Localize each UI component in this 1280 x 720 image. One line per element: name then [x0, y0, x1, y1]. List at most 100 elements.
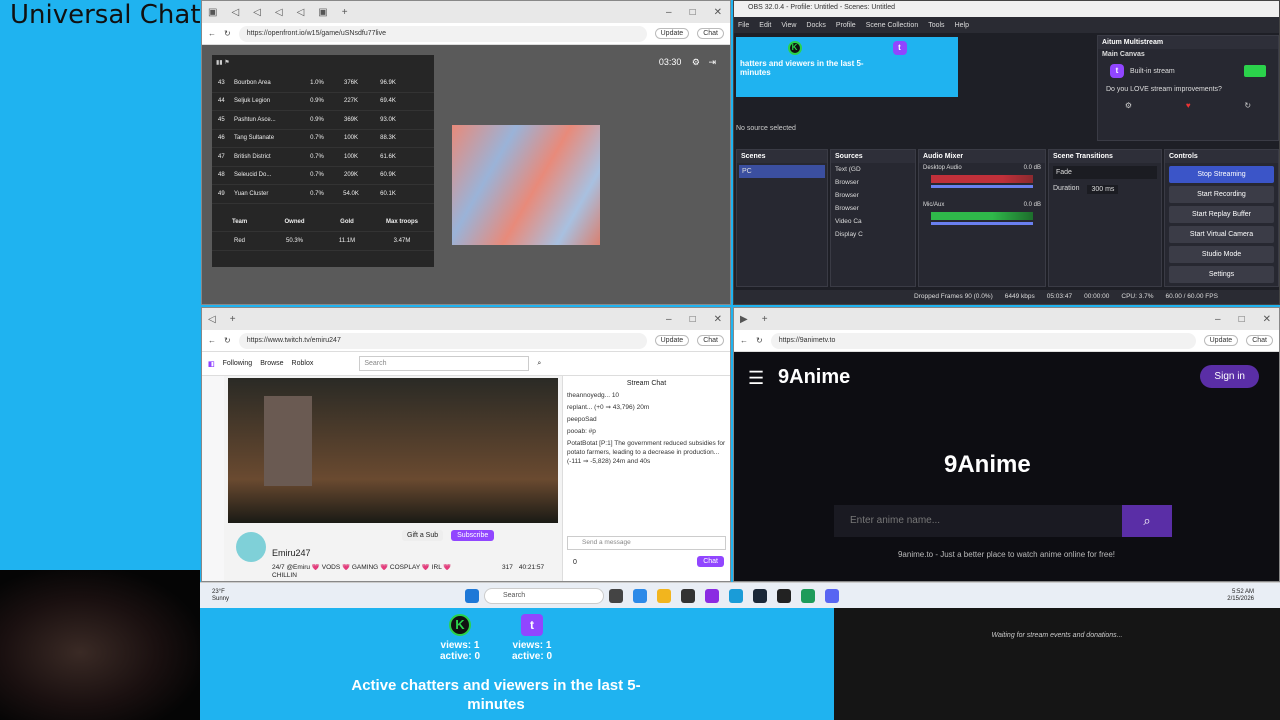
- obs-icon[interactable]: [681, 588, 695, 603]
- tab-icon[interactable]: ◁: [253, 7, 261, 18]
- table-row[interactable]: 44 Seljuk Legion 0.9% 227K 69.4K: [212, 93, 434, 111]
- maximize-icon[interactable]: □: [690, 314, 696, 325]
- control-button[interactable]: Stop Streaming: [1169, 166, 1274, 183]
- app-icon[interactable]: [777, 588, 791, 603]
- menu-item[interactable]: Help: [955, 22, 969, 29]
- twitch-app-icon[interactable]: [705, 588, 719, 603]
- game-canvas[interactable]: ▮▮ ⚑ 43 Bourbon Area 1.0% 376K 96.9K 44 Seljuk…: [202, 45, 730, 304]
- control-button[interactable]: Studio Mode: [1169, 246, 1274, 263]
- reload-icon[interactable]: ↻: [756, 336, 763, 345]
- source-item[interactable]: Browser: [831, 202, 915, 215]
- channel-name[interactable]: Emiru247: [272, 548, 311, 558]
- source-item[interactable]: Text (GD: [831, 163, 915, 176]
- minimize-icon[interactable]: –: [666, 7, 672, 18]
- tab-icon[interactable]: ◁: [231, 7, 239, 18]
- twitch-logo-icon[interactable]: ◧: [208, 360, 215, 368]
- explorer-icon[interactable]: [657, 588, 671, 603]
- video-player[interactable]: [228, 378, 558, 523]
- chat-button[interactable]: Chat: [697, 335, 724, 346]
- nav-browse[interactable]: Browse: [260, 360, 283, 367]
- back-icon[interactable]: ←: [208, 29, 216, 38]
- minimize-icon[interactable]: –: [1215, 314, 1221, 325]
- chat-button[interactable]: Chat: [1246, 335, 1273, 346]
- gift-button[interactable]: Gift a Sub: [402, 530, 444, 541]
- control-button[interactable]: Start Virtual Camera: [1169, 226, 1274, 243]
- source-item[interactable]: Video Ca: [831, 215, 915, 228]
- search-input[interactable]: Enter anime name...: [834, 505, 1122, 537]
- tab-icon[interactable]: ◁: [208, 314, 216, 325]
- settings-icon[interactable]: ⚙: [692, 57, 700, 67]
- table-row[interactable]: 49 Yuan Cluster 0.7% 54.0K 60.1K: [212, 185, 434, 204]
- send-message-input[interactable]: Send a message: [567, 536, 726, 550]
- chat-button[interactable]: Chat: [697, 28, 724, 39]
- edge-icon[interactable]: [729, 588, 743, 603]
- source-item[interactable]: Browser: [831, 176, 915, 189]
- menu-item[interactable]: Docks: [806, 22, 825, 29]
- spotify-icon[interactable]: [801, 588, 815, 603]
- maximize-icon[interactable]: □: [690, 7, 696, 18]
- menu-item[interactable]: Scene Collection: [866, 22, 919, 29]
- menu-item[interactable]: Edit: [759, 22, 771, 29]
- menu-item[interactable]: Tools: [928, 22, 944, 29]
- steam-icon[interactable]: [753, 588, 767, 603]
- source-item[interactable]: Browser: [831, 189, 915, 202]
- avatar[interactable]: [236, 532, 266, 562]
- new-tab-icon[interactable]: +: [342, 7, 348, 18]
- heart-icon[interactable]: ♥: [1186, 101, 1191, 110]
- close-icon[interactable]: ✕: [1263, 314, 1271, 325]
- taskview-icon[interactable]: [609, 588, 623, 603]
- settings-icon[interactable]: ⚙: [1125, 101, 1132, 110]
- back-icon[interactable]: ←: [208, 336, 216, 345]
- world-map[interactable]: [452, 125, 600, 245]
- table-row[interactable]: 48 Seleucid Do... 0.7% 209K 60.9K: [212, 167, 434, 185]
- nav-following[interactable]: Following: [223, 360, 253, 367]
- search-input[interactable]: Search: [359, 356, 530, 371]
- signin-button[interactable]: Sign in: [1200, 365, 1259, 388]
- url-field[interactable]: https://www.twitch.tv/emiru247: [238, 332, 647, 349]
- table-row[interactable]: 45 Pashtun Asce... 0.9% 369K 93.0K: [212, 111, 434, 130]
- table-row[interactable]: 46 Tang Sultanate 0.7% 100K 88.3K: [212, 130, 434, 148]
- control-button[interactable]: Settings: [1169, 266, 1274, 283]
- search-icon[interactable]: ⌕: [537, 360, 541, 368]
- menu-icon[interactable]: ☰: [748, 368, 764, 389]
- transition-select[interactable]: Fade: [1053, 166, 1157, 179]
- app-icon[interactable]: [633, 588, 647, 603]
- url-field[interactable]: https://openfront.io/w15/game/uSNsdfu77l…: [238, 25, 647, 42]
- reload-icon[interactable]: ↻: [224, 336, 231, 345]
- new-tab-icon[interactable]: +: [230, 314, 236, 325]
- minimize-icon[interactable]: –: [666, 314, 672, 325]
- followed-sidebar[interactable]: [202, 376, 224, 581]
- exit-icon[interactable]: ⇥: [708, 57, 716, 67]
- search-icon[interactable]: ⌕: [1122, 505, 1172, 537]
- scene-item[interactable]: PC: [739, 165, 825, 178]
- header-logo[interactable]: 9Anime: [778, 366, 850, 389]
- tab-icon[interactable]: ▣: [208, 7, 217, 18]
- stream-toggle[interactable]: [1244, 65, 1266, 77]
- reload-icon[interactable]: ↻: [224, 29, 231, 38]
- refresh-icon[interactable]: ↻: [1244, 101, 1251, 110]
- table-row[interactable]: 47 British District 0.7% 100K 61.6K: [212, 148, 434, 167]
- chat-send-button[interactable]: Chat: [697, 556, 724, 567]
- obs-preview[interactable]: K t hatters and viewers in the last 5-mi…: [736, 37, 958, 97]
- new-tab-icon[interactable]: +: [762, 314, 768, 325]
- close-icon[interactable]: ✕: [714, 314, 722, 325]
- update-button[interactable]: Update: [654, 28, 690, 39]
- duration-input[interactable]: 300 ms: [1087, 185, 1119, 194]
- tab-icon[interactable]: ▶: [740, 314, 748, 325]
- maximize-icon[interactable]: □: [1239, 314, 1245, 325]
- back-icon[interactable]: ←: [740, 336, 748, 345]
- menu-item[interactable]: Profile: [836, 22, 856, 29]
- menu-item[interactable]: File: [738, 22, 749, 29]
- desktop-volume-slider[interactable]: [931, 185, 1033, 188]
- source-item[interactable]: Display C: [831, 228, 915, 241]
- url-field[interactable]: https://9animetv.to: [770, 332, 1196, 349]
- start-icon[interactable]: [465, 588, 479, 603]
- mic-volume-slider[interactable]: [931, 222, 1033, 225]
- taskbar-search[interactable]: Search: [484, 587, 604, 604]
- update-button[interactable]: Update: [654, 335, 690, 346]
- leaderboard-icons[interactable]: ▮▮ ⚑: [212, 55, 434, 66]
- nav-roblox[interactable]: Roblox: [292, 360, 314, 367]
- control-button[interactable]: Start Recording: [1169, 186, 1274, 203]
- menu-item[interactable]: View: [781, 22, 796, 29]
- clock[interactable]: 5:52 AM 2/15/2026: [1227, 589, 1280, 603]
